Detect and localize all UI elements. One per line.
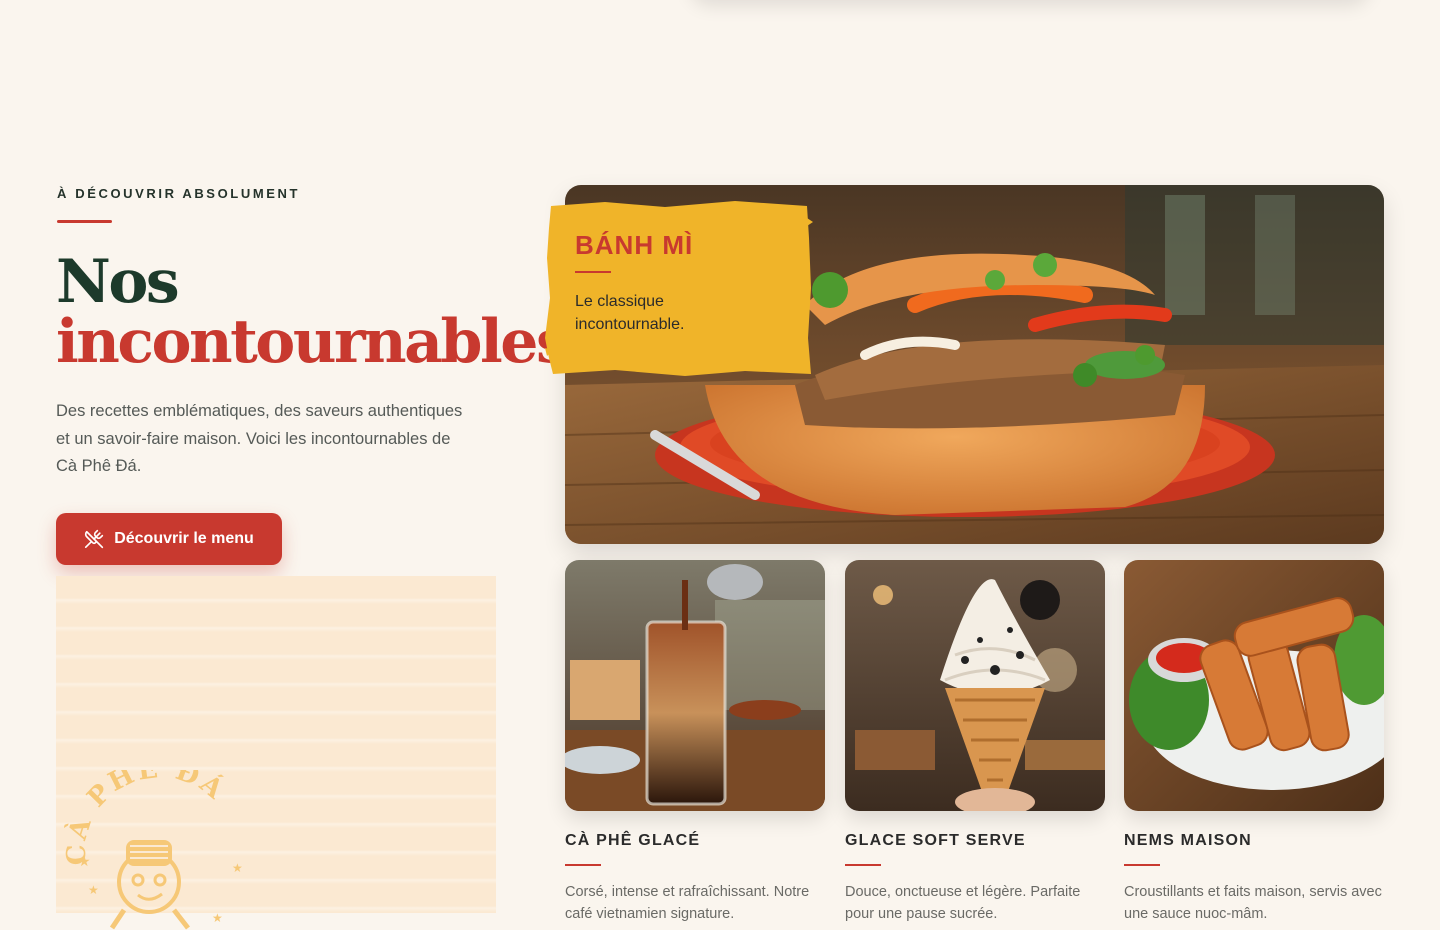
menu-card-glace-soft-serve[interactable]: GLACE SOFT SERVE Douce, onctueuse et lég… xyxy=(845,560,1105,925)
svg-text:★: ★ xyxy=(212,911,223,925)
iced-coffee-image[interactable] xyxy=(565,560,825,811)
card-divider xyxy=(845,864,881,866)
featured-divider xyxy=(575,271,611,273)
title-line-2: incontournables xyxy=(56,307,570,377)
card-description: Corsé, intense et rafraîchissant. Notre … xyxy=(565,884,810,922)
card-title: CÀ PHÊ GLACÉ xyxy=(565,832,701,849)
card-divider xyxy=(1124,864,1160,866)
section-lead: Des recettes emblématiques, des saveurs … xyxy=(56,402,463,475)
title-line-1: Nos xyxy=(56,247,180,317)
utensils-crossed-icon xyxy=(84,529,104,549)
card-title: NEMS MAISON xyxy=(1124,832,1252,849)
featured-title: BÁNH MÌ xyxy=(575,230,694,260)
featured-description: Le classique incontournable. xyxy=(575,293,685,333)
card-title: GLACE SOFT SERVE xyxy=(845,832,1026,849)
discover-menu-label: Découvrir le menu xyxy=(114,530,254,547)
brush-stroke-shape xyxy=(545,201,813,376)
section-title: Nos incontournables xyxy=(56,247,570,377)
menu-card-ca-phe-glace[interactable]: CÀ PHÊ GLACÉ Corsé, intense et rafraîchi… xyxy=(565,560,825,925)
soft-serve-image[interactable] xyxy=(845,560,1105,811)
menu-card-nems-maison[interactable]: NEMS MAISON Croustillants et faits maiso… xyxy=(1124,560,1384,925)
discover-menu-button[interactable]: Découvrir le menu xyxy=(56,513,282,565)
card-description: Douce, onctueuse et légère. Parfaite pou… xyxy=(845,884,1081,922)
eyebrow-divider xyxy=(57,220,112,223)
svg-text:★: ★ xyxy=(88,883,99,897)
card-divider xyxy=(565,864,601,866)
card-description: Croustillants et faits maison, servis av… xyxy=(1124,884,1382,922)
featured-banh-mi-tag: BÁNH MÌ Le classique incontournable. xyxy=(545,198,813,376)
spring-rolls-image[interactable] xyxy=(1124,560,1384,811)
svg-text:★: ★ xyxy=(78,853,91,869)
section-eyebrow: À DÉCOUVRIR ABSOLUMENT xyxy=(57,186,301,201)
brand-stamp-logo: CÀ PHÊ ĐÁ ★ ★ ★ ★ xyxy=(61,752,254,930)
svg-text:★: ★ xyxy=(232,861,243,875)
